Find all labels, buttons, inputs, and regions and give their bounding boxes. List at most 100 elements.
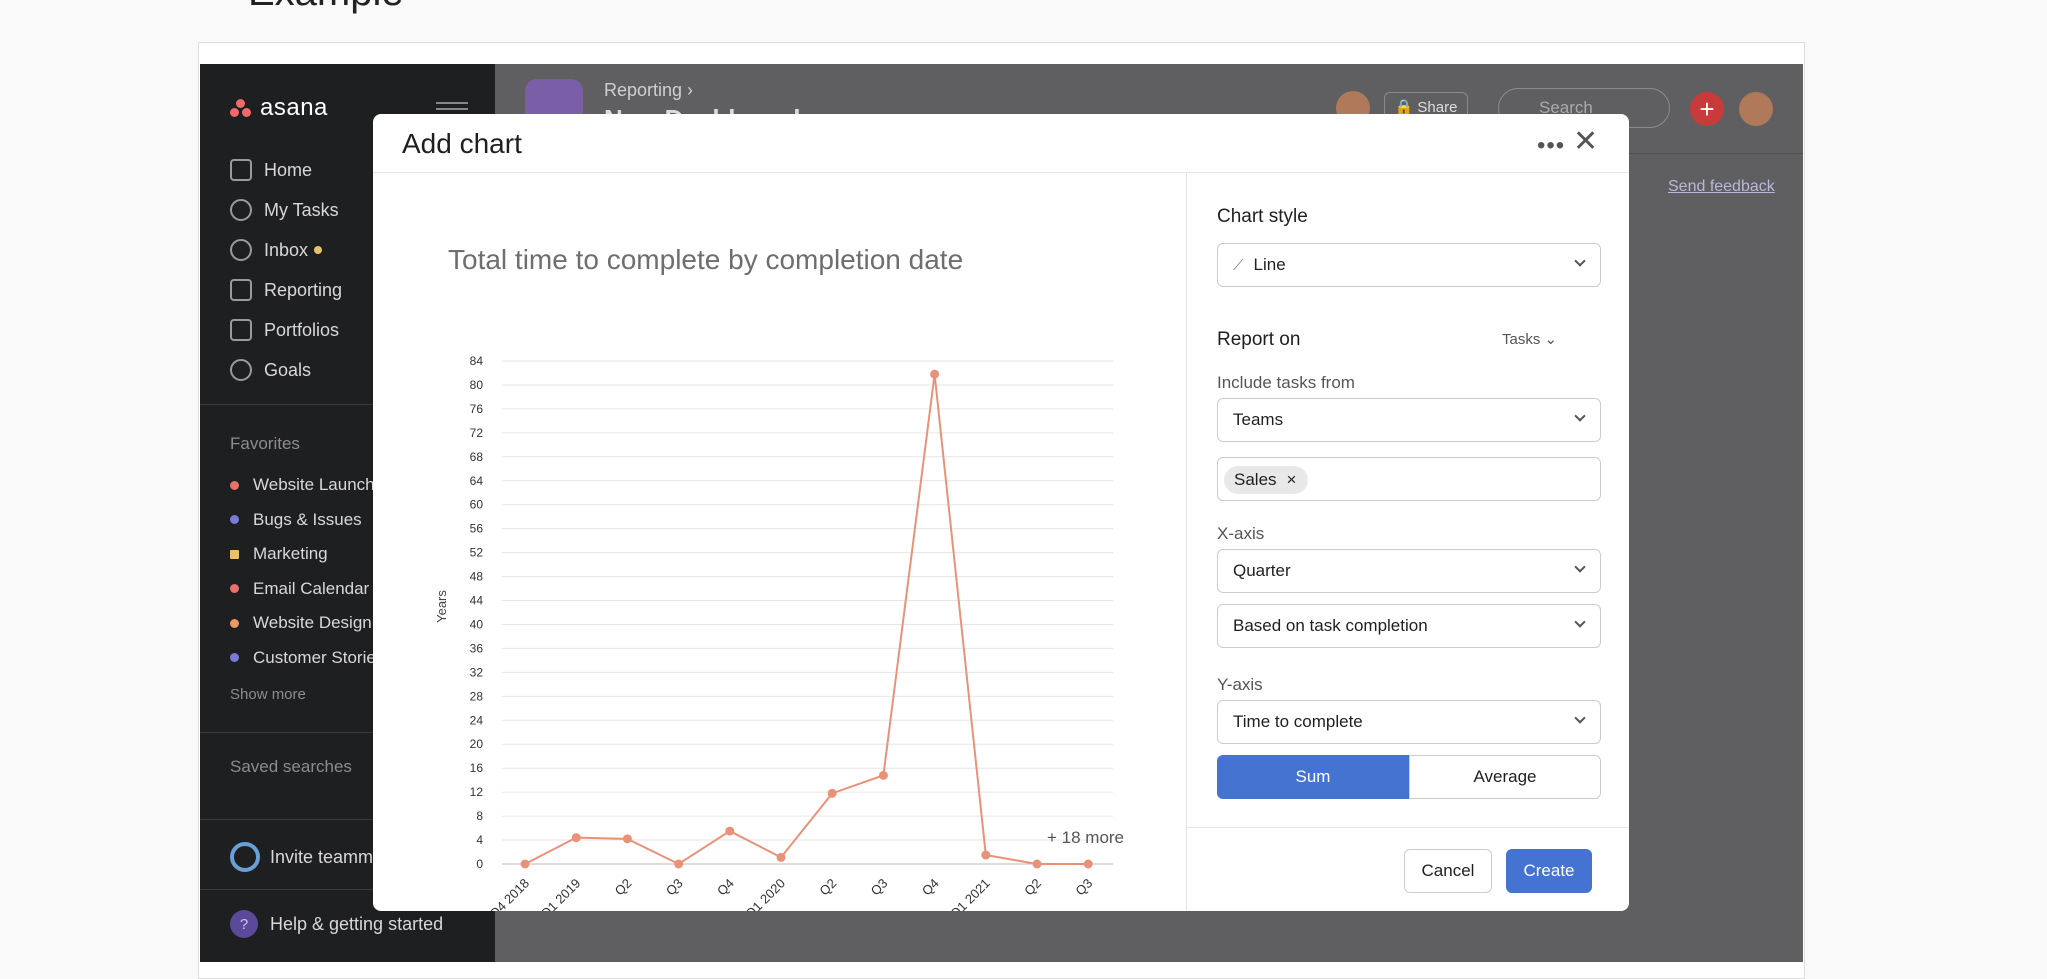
remove-chip-icon[interactable]: ×	[1287, 470, 1297, 490]
page-heading-fragment: Example	[248, 0, 404, 15]
help-button[interactable]: ? Help & getting started	[230, 910, 443, 938]
sidebar-item-label: Goals	[264, 359, 312, 380]
favorite-item[interactable]: Website Design	[230, 606, 384, 641]
bar-chart-icon	[230, 549, 239, 559]
y-tick-label: 8	[476, 809, 483, 823]
favorite-label: Email Calendar	[253, 578, 370, 598]
favorite-label: Website Design	[253, 613, 372, 633]
report-on-dropdown[interactable]: Tasks ⌄	[1502, 330, 1557, 348]
project-color-dot	[230, 618, 239, 628]
saved-searches-heading[interactable]: Saved searches	[230, 757, 352, 777]
help-icon: ?	[230, 910, 258, 938]
person-icon	[230, 359, 252, 381]
x-axis-basis-select[interactable]: Based on task completion	[1217, 604, 1601, 648]
x-tick-label: Q4	[714, 876, 737, 899]
chevron-down-icon	[1574, 255, 1586, 267]
close-icon[interactable]: ✕	[1573, 124, 1598, 159]
favorite-item[interactable]: Bugs & Issues	[230, 503, 384, 538]
chart-preview: Total time to complete by completion dat…	[373, 173, 1187, 911]
chart-style-heading: Chart style	[1217, 206, 1308, 227]
home-icon	[230, 159, 252, 181]
average-toggle[interactable]: Average	[1409, 755, 1601, 799]
more-options-icon[interactable]: •••	[1537, 132, 1565, 160]
create-button[interactable]: Create	[1506, 849, 1592, 893]
sidebar-item-reporting[interactable]: Reporting	[230, 270, 342, 310]
chart-style-value: Line	[1253, 255, 1286, 274]
sidebar-item-home[interactable]: Home	[230, 150, 342, 190]
report-on-value: Tasks	[1502, 331, 1541, 348]
favorite-item[interactable]: Customer Stories	[230, 641, 384, 676]
x-tick-label: Q2	[612, 876, 635, 899]
user-avatar[interactable]	[1739, 92, 1773, 126]
bell-icon	[230, 239, 252, 261]
chart-settings: Chart style ⟋ Line Report on Tasks ⌄ Incl…	[1187, 173, 1629, 911]
favorite-item[interactable]: Email Calendar	[230, 572, 384, 607]
asana-logo[interactable]: asana	[230, 94, 328, 122]
logo-dots-icon	[230, 99, 252, 117]
y-tick-label: 20	[470, 737, 484, 751]
y-axis-label: Y-axis	[1217, 675, 1263, 694]
chevron-down-icon: ⌄	[1544, 331, 1558, 348]
chevron-down-icon	[1574, 410, 1586, 422]
send-feedback-link[interactable]: Send feedback	[1668, 178, 1775, 196]
include-tasks-select[interactable]: Teams	[1217, 398, 1601, 442]
y-tick-label: 28	[470, 689, 484, 703]
project-color-dot	[230, 515, 239, 525]
favorite-item[interactable]: Website Launch	[230, 468, 384, 503]
team-filter-input[interactable]: Sales ×	[1217, 457, 1601, 501]
data-point	[1083, 859, 1093, 869]
favorite-label: Customer Stories	[253, 647, 385, 667]
y-tick-label: 24	[470, 713, 484, 727]
x-tick-label: Q4	[919, 876, 942, 899]
unread-dot	[314, 246, 323, 254]
line-chart: 0481216202428323640444852566064687276808…	[434, 354, 1113, 911]
y-tick-label: 48	[470, 570, 484, 584]
sidebar-item-inbox[interactable]: Inbox	[230, 230, 342, 270]
footer-divider	[1187, 827, 1629, 828]
x-tick-label: Q3	[1072, 876, 1095, 899]
check-circle-icon	[230, 199, 252, 221]
y-axis-select[interactable]: Time to complete	[1217, 700, 1601, 744]
sum-toggle[interactable]: Sum	[1217, 755, 1409, 799]
sidebar-item-goals[interactable]: Goals	[230, 350, 342, 390]
x-tick-label: Q2	[1021, 876, 1044, 899]
y-axis-title: Years	[434, 590, 449, 623]
dialog-title: Add chart	[402, 128, 522, 159]
sidebar-item-portfolios[interactable]: Portfolios	[230, 310, 342, 350]
y-tick-label: 32	[470, 665, 484, 679]
include-tasks-value: Teams	[1233, 410, 1284, 429]
y-tick-label: 80	[470, 378, 484, 392]
project-color-dot	[230, 480, 239, 490]
data-point	[674, 859, 684, 869]
y-tick-label: 4	[476, 833, 483, 847]
report-on-heading: Report on	[1217, 329, 1301, 350]
sidebar-item-my-tasks[interactable]: My Tasks	[230, 190, 342, 230]
x-tick-label: Q2	[816, 876, 839, 899]
chevron-down-icon	[1574, 616, 1586, 628]
y-tick-label: 56	[470, 522, 484, 536]
portfolio-icon	[230, 319, 252, 341]
data-point	[878, 770, 888, 780]
cancel-button[interactable]: Cancel	[1404, 849, 1492, 893]
x-axis-select[interactable]: Quarter	[1217, 549, 1601, 593]
show-more-link[interactable]: Show more	[230, 686, 306, 703]
data-point	[571, 833, 581, 843]
x-tick-label: Q1 2020	[742, 876, 788, 911]
y-tick-label: 64	[470, 474, 484, 488]
sidebar-item-label: Inbox	[264, 239, 309, 260]
add-button[interactable]: +	[1690, 92, 1724, 126]
team-chip: Sales ×	[1224, 466, 1309, 494]
data-point	[981, 850, 991, 860]
dialog-header: Add chart ••• ✕	[373, 114, 1629, 173]
chart-style-select[interactable]: ⟋ Line	[1217, 243, 1601, 287]
add-chart-dialog: Add chart ••• ✕ Total time to complete b…	[373, 114, 1629, 911]
favorite-item[interactable]: Marketing	[230, 537, 384, 572]
sidebar-item-label: Portfolios	[264, 319, 340, 340]
project-color-dot	[230, 653, 239, 663]
x-tick-label: Q1 2019	[537, 876, 583, 911]
breadcrumb[interactable]: Reporting ›	[604, 80, 693, 101]
y-tick-label: 12	[470, 785, 484, 799]
y-tick-label: 40	[470, 617, 484, 631]
sidebar-nav: Home My Tasks Inbox Reporting Portfolios…	[230, 150, 342, 390]
more-categories-note[interactable]: + 18 more	[1047, 828, 1124, 848]
